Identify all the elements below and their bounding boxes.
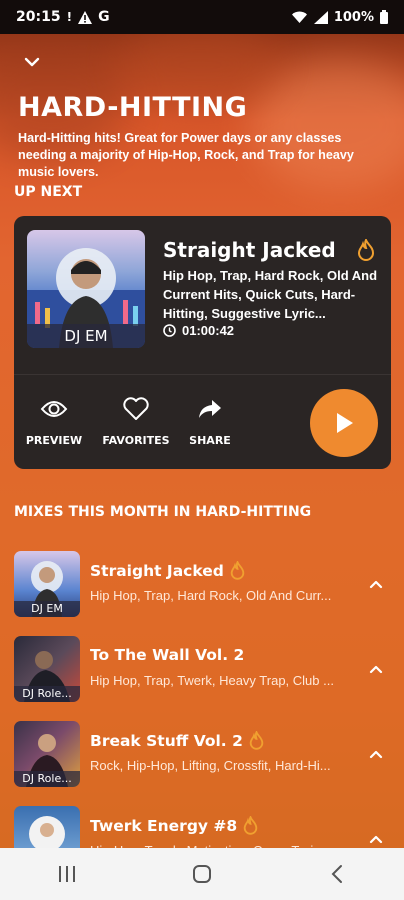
up-next-tags: Hip Hop, Trap, Hard Rock, Old And Curren… — [163, 268, 378, 321]
status-bar: 20:15 ! G 100% — [0, 0, 404, 34]
mix-tags: Hip Hop, Trap, Twerk, Heavy Trap, Club .… — [90, 673, 334, 688]
play-button[interactable] — [310, 389, 378, 457]
fire-icon — [230, 561, 245, 580]
art-caption: DJ Role... — [14, 771, 80, 787]
system-nav-bar — [0, 848, 404, 900]
fire-icon — [243, 816, 258, 835]
mix-artwork: DJ Role... — [14, 721, 80, 787]
preview-button[interactable]: PREVIEW — [14, 394, 94, 447]
clock-icon — [163, 324, 176, 337]
favorites-label: FAVORITES — [102, 434, 170, 447]
art-caption: DJ EM — [27, 324, 145, 348]
mix-title-text: Twerk Energy #8 — [90, 816, 238, 835]
mix-title-text: To The Wall Vol. 2 — [90, 646, 245, 664]
mix-tags: Rock, Hip-Hop, Lifting, Crossfit, Hard-H… — [90, 758, 331, 773]
mix-title: Straight Jacked — [90, 561, 245, 580]
art-caption: DJ EM — [14, 601, 80, 617]
divider — [14, 374, 391, 375]
warning-icon — [78, 10, 93, 24]
chevron-up-icon[interactable] — [366, 576, 386, 592]
mix-artwork[interactable]: DJ EM — [27, 230, 145, 348]
play-icon — [337, 413, 353, 433]
mixes-section-title: MIXES THIS MONTH IN HARD-HITTING — [14, 504, 312, 520]
recent-apps-button[interactable] — [47, 854, 87, 894]
mix-title: Twerk Energy #8 — [90, 816, 258, 835]
share-label: SHARE — [189, 434, 231, 447]
fire-icon — [249, 731, 264, 750]
up-next-card[interactable]: DJ EM Straight Jacked Hip Hop, Trap, Har… — [14, 216, 391, 469]
home-button[interactable] — [182, 854, 222, 894]
mix-title-text: Straight Jacked — [90, 561, 224, 580]
share-button[interactable]: SHARE — [170, 394, 250, 447]
signal-icon — [313, 10, 328, 24]
heart-icon — [123, 397, 149, 420]
mix-title: Break Stuff Vol. 2 — [90, 731, 264, 750]
share-icon — [199, 400, 221, 418]
page-description: Hard-Hitting hits! Great for Power days … — [18, 131, 354, 179]
collapse-chevron-icon[interactable] — [22, 52, 42, 72]
chevron-up-icon[interactable] — [366, 746, 386, 762]
chevron-up-icon[interactable] — [366, 661, 386, 677]
mix-title: To The Wall Vol. 2 — [90, 646, 244, 664]
mix-title-text: Break Stuff Vol. 2 — [90, 731, 243, 750]
art-caption: DJ Role... — [14, 686, 80, 702]
mix-tags: Hip Hop, Trap, Hard Rock, Old And Curr..… — [90, 588, 332, 603]
recents-icon — [59, 866, 76, 882]
wifi-icon — [291, 11, 307, 23]
notification-indicator: ! — [66, 10, 73, 24]
list-item[interactable]: DJ Role... To The Wall Vol. 2 Hip Hop, T… — [14, 636, 390, 704]
back-button[interactable] — [317, 854, 357, 894]
clock: 20:15 — [16, 9, 61, 25]
up-next-title: Straight Jacked — [163, 238, 336, 262]
up-next-label: UP NEXT — [14, 184, 83, 200]
chevron-up-icon[interactable] — [366, 831, 386, 847]
battery-icon — [380, 10, 388, 24]
google-icon: G — [98, 9, 110, 25]
battery-percent: 100% — [333, 9, 374, 25]
mix-artwork: DJ Role... — [14, 636, 80, 702]
back-icon — [331, 865, 342, 883]
list-item[interactable]: DJ EM Straight Jacked Hip Hop, Trap, Har… — [14, 551, 390, 619]
mix-artwork: DJ EM — [14, 551, 80, 617]
home-icon — [192, 865, 211, 883]
page-title: HARD-HITTING — [18, 92, 248, 123]
fire-icon — [357, 239, 375, 261]
eye-icon — [40, 401, 68, 417]
duration-value: 01:00:42 — [182, 323, 235, 338]
favorites-button[interactable]: FAVORITES — [96, 394, 176, 447]
list-item[interactable]: DJ Role... Break Stuff Vol. 2 Rock, Hip-… — [14, 721, 390, 789]
duration: 01:00:42 — [163, 323, 234, 338]
preview-label: PREVIEW — [25, 434, 83, 447]
